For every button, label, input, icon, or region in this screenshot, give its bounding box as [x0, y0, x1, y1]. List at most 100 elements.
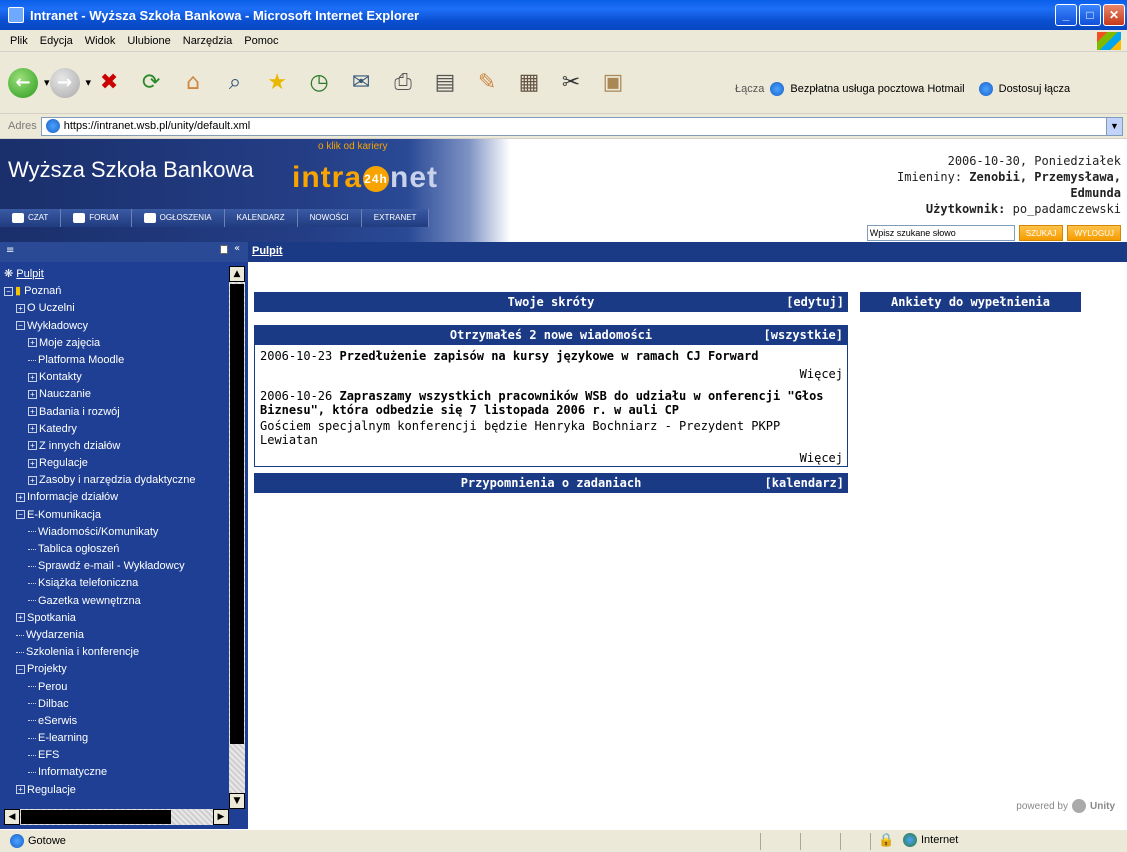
sidebar-item[interactable]: + Moje zajęcia: [4, 335, 228, 352]
link-customize[interactable]: Dostosuj łącza: [999, 83, 1071, 95]
nav-ogloszenia[interactable]: OGŁOSZENIA: [131, 209, 225, 227]
expand-icon[interactable]: +: [28, 458, 37, 468]
scroll-thumb[interactable]: [230, 284, 244, 744]
expand-icon[interactable]: +: [28, 441, 37, 451]
favorites-icon[interactable]: ★: [259, 65, 295, 101]
breadcrumb[interactable]: Pulpit: [252, 245, 283, 257]
expand-icon[interactable]: +: [16, 493, 25, 503]
scroll-right-icon[interactable]: ▶: [213, 809, 229, 825]
menu-widok[interactable]: Widok: [85, 35, 116, 47]
sidebar-item[interactable]: + Nauczanie: [4, 386, 228, 403]
expand-icon[interactable]: +: [28, 389, 37, 399]
collapse-node-icon[interactable]: −: [16, 664, 25, 674]
nav-kalendarz[interactable]: KALENDARZ: [224, 209, 298, 227]
history-icon[interactable]: ◷: [301, 65, 337, 101]
sidebar-item[interactable]: Dilbac: [4, 696, 228, 713]
menu-plik[interactable]: Plik: [10, 35, 28, 47]
sidebar-item[interactable]: Informatyczne: [4, 764, 228, 781]
menu-ulubione[interactable]: Ulubione: [127, 35, 170, 47]
search-icon[interactable]: ⌕: [217, 65, 253, 101]
sidebar-item[interactable]: + Regulacje: [4, 782, 228, 799]
shortcuts-edit-link[interactable]: [edytuj]: [786, 292, 844, 312]
sidebar-item[interactable]: Gazetka wewnętrzna: [4, 593, 228, 610]
refresh-icon[interactable]: ⟳: [133, 65, 169, 101]
message-more-link[interactable]: Więcej: [255, 451, 847, 465]
sidebar-item[interactable]: EFS: [4, 747, 228, 764]
scroll-down-icon[interactable]: ▼: [229, 793, 245, 809]
sidebar-item[interactable]: + Zasoby i narzędzia dydaktyczne: [4, 472, 228, 489]
vertical-scrollbar[interactable]: ▲ ▼: [229, 266, 245, 809]
intranet-logo[interactable]: intra 24hnet: [292, 161, 438, 195]
edit-icon[interactable]: ▤: [427, 65, 463, 101]
sidebar-item[interactable]: + Regulacje: [4, 455, 228, 472]
sidebar-item[interactable]: Wydarzenia: [4, 627, 228, 644]
sidebar-item[interactable]: + Kontakty: [4, 369, 228, 386]
scroll-left-icon[interactable]: ◀: [4, 809, 20, 825]
maximize-button[interactable]: □: [1079, 4, 1101, 26]
discuss-icon[interactable]: ✎: [469, 65, 505, 101]
back-icon[interactable]: ←: [8, 67, 38, 98]
horizontal-scrollbar[interactable]: ◀ ▶: [4, 809, 229, 825]
expand-icon[interactable]: +: [28, 372, 37, 382]
stop-icon[interactable]: ✖: [91, 65, 127, 101]
address-input[interactable]: https://intranet.wsb.pl/unity/default.xm…: [40, 116, 1123, 136]
minimize-button[interactable]: _: [1055, 4, 1077, 26]
sidebar-item[interactable]: + Spotkania: [4, 610, 228, 627]
home-icon[interactable]: ⌂: [175, 65, 211, 101]
mail-icon[interactable]: ✉: [343, 65, 379, 101]
print-icon[interactable]: ⎙: [385, 65, 421, 101]
message-more-link[interactable]: Więcej: [255, 367, 847, 381]
paste-icon[interactable]: ▣: [595, 65, 631, 101]
scroll-up-icon[interactable]: ▲: [229, 266, 245, 282]
menu-narzedzia[interactable]: Narzędzia: [183, 35, 233, 47]
sidebar-item[interactable]: E-learning: [4, 730, 228, 747]
sidebar-item[interactable]: Książka telefoniczna: [4, 575, 228, 592]
search-input[interactable]: [866, 225, 1015, 241]
research-icon[interactable]: ▦: [511, 65, 547, 101]
expand-icon[interactable]: +: [28, 338, 37, 348]
messages-all-link[interactable]: [wszystkie]: [764, 326, 843, 345]
expand-icon[interactable]: +: [16, 303, 25, 313]
menu-pomoc[interactable]: Pomoc: [244, 35, 278, 47]
sidebar-item[interactable]: + O Uczelni: [4, 300, 228, 317]
forward-icon[interactable]: →: [49, 67, 80, 98]
sidebar-item[interactable]: + Katedry: [4, 421, 228, 438]
expand-icon[interactable]: +: [28, 424, 37, 434]
nav-nowosci[interactable]: NOWOŚCI: [297, 209, 362, 227]
sidebar-item[interactable]: Platforma Moodle: [4, 352, 228, 369]
sidebar-item[interactable]: − E-Komunikacja: [4, 507, 228, 524]
sidebar-item[interactable]: + Z innych działów: [4, 438, 228, 455]
expand-icon[interactable]: +: [16, 785, 25, 795]
expand-icon[interactable]: +: [16, 613, 25, 623]
sidebar-item[interactable]: Tablica ogłoszeń: [4, 541, 228, 558]
sidebar-item[interactable]: − Projekty: [4, 661, 228, 678]
pin-icon[interactable]: [220, 245, 228, 254]
sidebar-item[interactable]: eSerwis: [4, 713, 228, 730]
reminders-calendar-link[interactable]: [kalendarz]: [765, 473, 844, 493]
sidebar-item[interactable]: Sprawdź e-mail - Wykładowcy: [4, 558, 228, 575]
collapse-node-icon[interactable]: −: [16, 321, 25, 331]
close-button[interactable]: ✕: [1103, 4, 1125, 26]
address-dropdown-icon[interactable]: ▼: [1106, 117, 1122, 135]
menu-edycja[interactable]: Edycja: [40, 35, 73, 47]
collapse-node-icon[interactable]: −: [16, 510, 25, 520]
sidebar-item[interactable]: Szkolenia i konferencje: [4, 644, 228, 661]
message-title[interactable]: Zapraszamy wszystkich pracowników WSB do…: [260, 389, 824, 417]
sidebar-item[interactable]: Perou: [4, 679, 228, 696]
sidebar-item[interactable]: ❋ Pulpit: [4, 266, 228, 283]
message-title[interactable]: Przedłużenie zapisów na kursy językowe w…: [339, 349, 758, 363]
sidebar-item[interactable]: + Informacje działów: [4, 489, 228, 506]
collapse-icon[interactable]: «: [234, 243, 240, 254]
sidebar-item[interactable]: − ▮ Poznań: [4, 283, 228, 300]
sidebar-item[interactable]: − Wykładowcy: [4, 318, 228, 335]
sidebar-item[interactable]: Wiadomości/Komunikaty: [4, 524, 228, 541]
cut-icon[interactable]: ✂: [553, 65, 589, 101]
collapse-node-icon[interactable]: −: [4, 286, 13, 296]
sidebar-item[interactable]: + Badania i rozwój: [4, 404, 228, 421]
expand-icon[interactable]: +: [28, 475, 37, 485]
nav-forum[interactable]: FORUM: [61, 209, 132, 227]
search-button[interactable]: SZUKAJ: [1018, 225, 1064, 241]
hscroll-thumb[interactable]: [21, 810, 171, 824]
nav-czat[interactable]: CZAT: [0, 209, 62, 227]
nav-extranet[interactable]: EXTRANET: [361, 209, 430, 227]
